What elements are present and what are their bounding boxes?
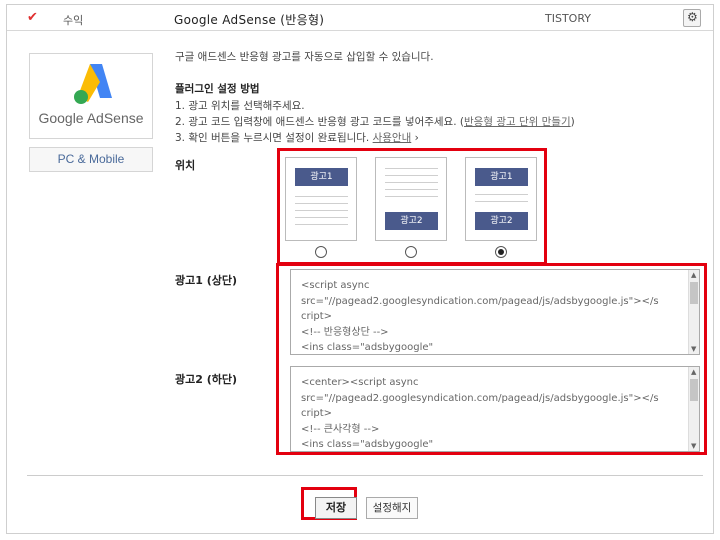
ad-block-2: 광고2: [385, 212, 438, 230]
plugin-header: ✔ 수익 Google AdSense (반응형) TISTORY ⚙: [7, 5, 713, 31]
position-radio-top[interactable]: [315, 246, 327, 258]
plugin-description: 구글 애드센스 반응형 광고를 자동으로 삽입할 수 있습니다.: [175, 51, 434, 63]
howto-step-2-text: 2. 광고 코드 입력창에 애드센스 반응형 광고 코드를 넣어주세요. (: [175, 116, 464, 128]
responsive-ad-unit-link[interactable]: 반응형 광고 단위 만들기: [464, 116, 571, 128]
ad2-code-textarea[interactable]: <center><script async src="//pagead2.goo…: [290, 366, 700, 452]
ad-block-1: 광고1: [475, 168, 528, 186]
ad2-scrollbar[interactable]: ▲ ▼: [688, 367, 699, 451]
category-label: 수익: [63, 14, 84, 27]
scroll-down-icon[interactable]: ▼: [691, 442, 696, 450]
scroll-up-icon[interactable]: ▲: [691, 368, 696, 376]
check-icon: ✔: [27, 10, 38, 25]
logo-text: Google AdSense: [38, 110, 144, 126]
ad1-scrollbar[interactable]: ▲ ▼: [688, 270, 699, 354]
provider-label: TISTORY: [545, 12, 591, 25]
ad2-code: <center><script async src="//pagead2.goo…: [301, 377, 659, 450]
gear-icon: ⚙: [687, 10, 698, 24]
layout-option-top[interactable]: 광고1: [285, 157, 357, 241]
plugin-panel: ✔ 수익 Google AdSense (반응형) TISTORY ⚙ Goog…: [6, 4, 714, 534]
usage-guide-link[interactable]: 사용안내: [373, 132, 412, 144]
adsense-logo: Google AdSense: [29, 53, 153, 139]
ad1-code-textarea[interactable]: <script async src="//pagead2.googlesyndi…: [290, 269, 700, 355]
plugin-title: Google AdSense (반응형): [174, 13, 325, 27]
howto-step-3-suffix: ›: [411, 132, 419, 144]
settings-button[interactable]: ⚙: [683, 9, 701, 27]
ad1-label: 광고1 (상단): [175, 274, 238, 287]
unset-button[interactable]: 설정해지: [366, 497, 418, 519]
ad1-code: <script async src="//pagead2.googlesyndi…: [301, 280, 659, 353]
howto-step-2: 2. 광고 코드 입력창에 애드센스 반응형 광고 코드를 넣어주세요. (반응…: [175, 114, 575, 129]
save-button[interactable]: 저장: [315, 497, 357, 519]
howto-step-2-suffix: ): [570, 116, 575, 128]
ad-block-1: 광고1: [295, 168, 348, 186]
position-radio-bottom[interactable]: [405, 246, 417, 258]
ad2-label: 광고2 (하단): [175, 373, 238, 386]
howto-step-3: 3. 확인 버튼을 누르시면 설정이 완료됩니다. 사용안내 ›: [175, 130, 419, 145]
scroll-up-icon[interactable]: ▲: [691, 271, 696, 279]
layout-option-both[interactable]: 광고1 광고2: [465, 157, 537, 241]
adsense-logo-icon: [74, 64, 112, 104]
ad-block-2: 광고2: [475, 212, 528, 230]
platform-badge: PC & Mobile: [29, 147, 153, 172]
howto-step-3-text: 3. 확인 버튼을 누르시면 설정이 완료됩니다.: [175, 132, 373, 144]
scroll-down-icon[interactable]: ▼: [691, 345, 696, 353]
position-label: 위치: [175, 159, 196, 172]
scroll-thumb[interactable]: [690, 282, 698, 304]
scroll-thumb[interactable]: [690, 379, 698, 401]
howto-step-1: 1. 광고 위치를 선택해주세요.: [175, 100, 305, 112]
layout-option-bottom[interactable]: 광고2: [375, 157, 447, 241]
footer-divider: [27, 475, 703, 476]
position-radio-both[interactable]: [495, 246, 507, 258]
howto-title: 플러그인 설정 방법: [175, 83, 260, 95]
